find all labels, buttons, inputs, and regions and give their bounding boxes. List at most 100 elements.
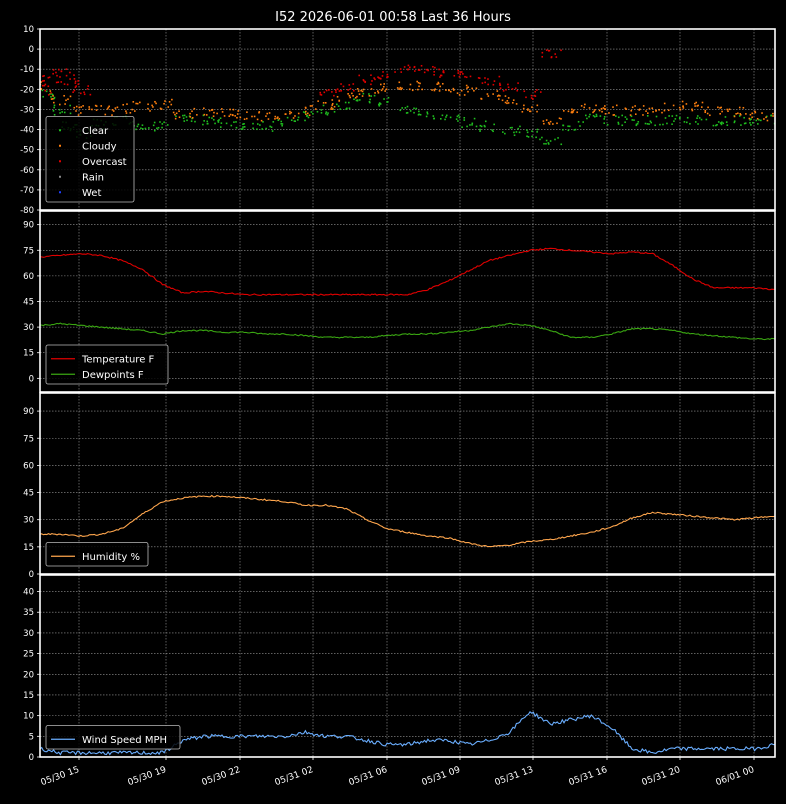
scatter-point-clear [336,103,338,106]
scatter-point-cloudy [766,119,769,122]
scatter-point-overcast [539,91,542,93]
scatter-point-clear [603,122,606,124]
legend-label: Rain [82,172,104,183]
legend-label: Dewpoints F [82,370,144,381]
scatter-point-cloudy [706,112,709,115]
scatter-point-overcast [43,74,45,77]
scatter-point-clear [433,117,435,120]
scatter-point-clear [694,121,697,123]
scatter-point-cloudy [783,116,785,118]
scatter-point-clear [557,137,559,139]
scatter-point-cloudy [398,88,401,90]
legend-marker [59,191,61,194]
scatter-point-overcast [534,90,537,93]
panel-temp: 90 75 60 45 30 15 0 Temperature F Dewpoints F [23,210,776,395]
scatter-point-cloudy [147,107,149,110]
scatter-point-clear [333,111,336,113]
scatter-point-clear [562,128,564,131]
y-tick-label: -50 [20,146,34,156]
scatter-point-cloudy [507,97,510,99]
scatter-point-clear [312,113,314,115]
scatter-point-overcast [433,71,436,73]
scatter-point-clear [549,140,552,142]
scatter-point-clear [599,115,602,117]
scatter-point-cloudy [203,113,206,116]
scatter-point-clear [585,114,587,117]
y-tick-label: -70 [20,186,34,196]
scatter-point-cloudy [504,101,507,104]
scatter-point-cloudy [382,85,385,88]
scatter-point-clear [455,118,458,120]
scatter-point-cloudy [738,106,741,109]
scatter-point-clear [144,127,147,130]
scatter-point-cloudy [438,90,441,92]
scatter-point-cloudy [34,87,36,89]
x-axis: 05/30 15 05/30 19 05/30 22 05/31 02 05/31 06… [40,765,756,788]
scatter-point-cloudy [53,101,55,104]
scatter-point-clear [230,124,233,127]
scatter-point-cloudy [588,107,591,109]
scatter-point-clear [445,114,448,117]
scatter-point-overcast [333,94,335,97]
scatter-point-cloudy [362,88,365,91]
scatter-point-cloudy [661,111,663,114]
scatter-point-overcast [48,76,51,79]
scatter-point-overcast [352,83,355,85]
scatter-point-overcast [403,66,406,68]
scatter-point-cloudy [73,106,76,109]
scatter-point-overcast [499,87,502,89]
scatter-point-cloudy [88,106,91,108]
scatter-point-clear [61,111,63,113]
scatter-point-overcast [73,78,76,80]
scatter-point-cloudy [598,109,601,112]
scatter-point-cloudy [309,105,312,107]
scatter-point-overcast [545,49,548,51]
scatter-point-cloudy [211,109,213,111]
scatter-point-overcast [487,83,489,86]
scatter-point-clear [589,113,591,116]
scatter-point-cloudy [349,96,351,99]
scatter-point-clear [733,121,736,124]
scatter-point-cloudy [236,113,239,115]
scatter-point-clear [554,138,556,141]
scatter-point-cloudy [289,112,291,115]
legend-marker [59,175,61,178]
scatter-point-clear [148,127,150,129]
scatter-point-cloudy [433,89,436,92]
scatter-point-clear [536,131,538,133]
scatter-point-cloudy [634,113,637,115]
scatter-point-clear [182,117,185,120]
scatter-point-overcast [87,85,90,87]
scatter-point-clear [304,119,306,122]
scatter-point-cloudy [212,115,215,118]
scatter-point-clear [307,116,310,119]
scatter-point-cloudy [496,90,499,92]
scatter-point-cloudy [170,103,173,106]
scatter-point-clear [241,128,244,130]
scatter-point-clear [662,123,664,126]
scatter-point-cloudy [297,112,300,115]
scatter-point-cloudy [147,103,149,106]
scatter-point-clear [526,129,528,131]
scatter-point-clear [573,129,576,131]
scatter-point-clear [526,131,529,134]
scatter-point-cloudy [765,116,767,119]
scatter-point-cloudy [377,91,380,94]
scatter-point-overcast [371,80,373,82]
scatter-point-cloudy [32,82,34,84]
scatter-point-cloudy [52,95,54,97]
scatter-point-clear [322,104,325,107]
scatter-point-cloudy [608,112,610,114]
scatter-point-cloudy [268,112,271,114]
scatter-point-clear [356,99,359,102]
scatter-point-overcast [42,84,44,87]
scatter-point-overcast [338,90,341,92]
scatter-point-clear [526,135,528,138]
scatter-point-cloudy [408,88,411,91]
scatter-point-cloudy [529,110,532,113]
scatter-point-cloudy [155,102,157,105]
scatter-point-overcast [386,73,389,76]
scatter-point-cloudy [116,106,119,109]
scatter-point-overcast [331,91,333,93]
scatter-point-cloudy [772,115,774,117]
